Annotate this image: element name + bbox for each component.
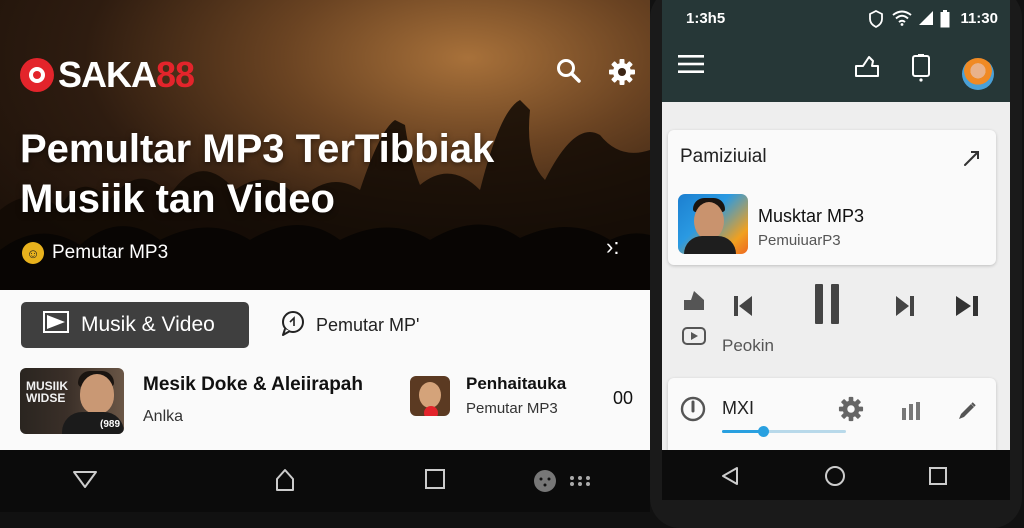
avatar[interactable] [962,58,994,90]
battery-icon [940,10,950,33]
brand-logo[interactable]: SAKA88 [20,54,195,96]
card-heading: Pamiziuial [680,146,767,167]
pause-icon[interactable] [814,284,840,329]
thumb-text: MUSIIK WIDSE [26,379,68,405]
more-icon[interactable]: ›: [606,234,619,260]
mixer-label: MXI [722,398,755,418]
video-icon[interactable] [682,326,706,351]
list-item[interactable]: MUSIIK WIDSE (989 Mesik Doke & Aleiirapa… [20,368,420,436]
home-icon[interactable] [854,54,880,83]
track-title: Penhaitauka [466,374,567,393]
upload-icon[interactable] [682,288,706,317]
signal-icon [918,10,934,31]
play-icon [43,311,69,339]
content-area: Musik & Video Pemutar MP' MUSIIK WIDSE (… [0,290,650,450]
status-bar: 1:3h5 11:30 [662,0,1010,38]
track-subtitle: Pemutar MP3 [466,400,558,417]
track-duration: 00 [613,388,634,408]
mixer-card: MXI [668,378,996,450]
expand-arrow-icon[interactable] [962,148,982,173]
skip-next-icon[interactable] [894,294,916,323]
pemutar-mp3-label: Pemutar MP' [316,315,420,335]
hero-title-line1: Pemultar MP3 TerTibbiak [20,127,495,171]
player-controls: Peokin [662,278,1010,368]
wifi-icon [892,10,912,31]
hamburger-menu-icon[interactable] [678,54,704,79]
volume-slider[interactable] [722,426,846,437]
back-icon[interactable] [72,468,98,495]
track-subtitle: PemuiuarP3 [758,232,841,249]
hero-subtitle: ☺ Pemutar MP3 [22,242,168,264]
phone-screen: 1:3h5 11:30 Pamiziuial Musktar MP3 Pemui… [662,0,1010,450]
recents-icon[interactable] [424,468,446,495]
pemutar-mp3-tab[interactable]: Pemutar MP' [280,310,419,341]
thumb-tag: (989 [99,419,120,430]
search-icon[interactable] [556,58,582,86]
controls-label: Peokin [722,336,774,355]
hero-banner: SAKA88 Pemultar MP3 TerTibbiak Musiik ta… [0,0,650,290]
track-title: Mesik Doke & Aleiirapah [143,374,363,395]
hero-subtitle-text: Pemutar MP3 [52,242,169,263]
back-icon[interactable] [720,466,740,491]
coin-icon: ☺ [22,242,44,264]
power-icon[interactable] [680,396,706,427]
track-thumbnail [678,194,748,254]
gear-icon[interactable] [608,58,636,86]
status-time-left: 1:3h5 [686,10,726,27]
phone-nav-bar [662,450,1010,500]
track-thumbnail: MUSIIK WIDSE (989 [20,368,124,434]
shield-icon [868,9,884,33]
skip-end-icon[interactable] [954,294,980,323]
slider-knob[interactable] [757,426,769,437]
app-bar [662,38,1010,102]
hero-title: Pemultar MP3 TerTibbiak Musiik tan Video [20,124,620,224]
track-thumbnail [410,376,450,416]
recents-icon[interactable] [928,466,948,491]
edit-pen-icon[interactable] [956,400,978,427]
brand-suffix: 88 [156,54,195,95]
track-title: Musktar MP3 [758,206,865,226]
home-icon[interactable] [824,465,846,492]
now-playing-card: Pamiziuial Musktar MP3 PemuiuarP3 [668,130,996,265]
chat-bubble-icon [280,310,306,341]
skip-previous-icon[interactable] [732,294,754,323]
brand-prefix: SAKA [58,54,157,95]
track-subtitle: Anlka [143,408,184,425]
musik-video-button[interactable]: Musik & Video [21,302,249,348]
menu-icon[interactable] [532,468,602,499]
logo-mark-icon [20,58,54,92]
list-item[interactable]: Penhaitauka Pemutar MP3 00 [410,372,640,432]
device-icon[interactable] [910,54,932,87]
phone-frame: 1:3h5 11:30 Pamiziuial Musktar MP3 Pemui… [650,0,1022,528]
hero-title-line2: Musiik tan Video [20,177,335,221]
android-nav-bar [0,450,650,512]
status-time-right: 11:30 [960,10,998,27]
equalizer-icon[interactable] [900,400,922,425]
musik-video-label: Musik & Video [81,313,215,336]
home-icon[interactable] [274,468,296,497]
gear-icon[interactable] [838,396,864,427]
slider-fill [722,430,763,433]
